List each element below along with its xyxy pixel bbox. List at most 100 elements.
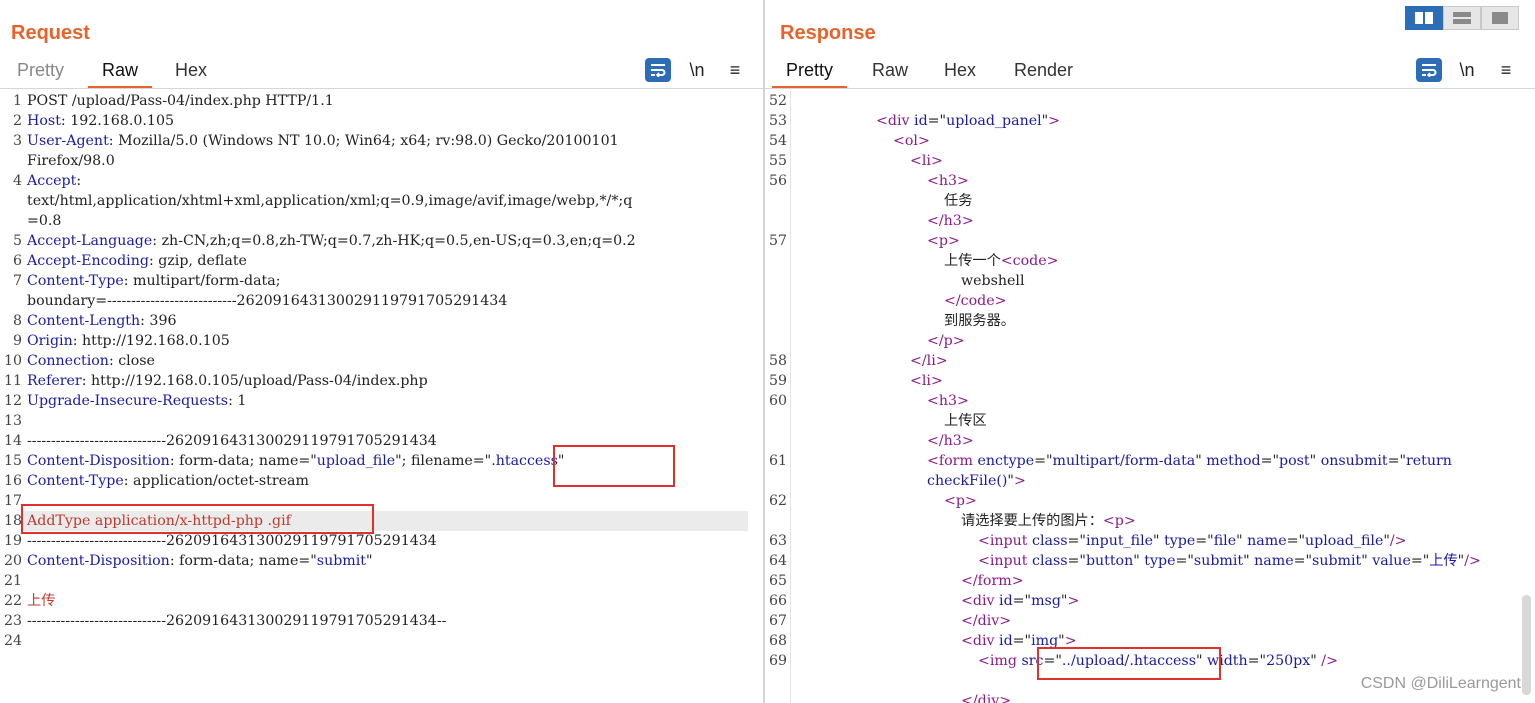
line-text: <ol> (808, 131, 930, 151)
code-line: 59 <li> (765, 371, 1535, 391)
token: Host (27, 113, 61, 129)
token: msg (1031, 593, 1061, 609)
newline-toggle-button[interactable]: \n (684, 58, 710, 82)
line-number: 2 (12, 113, 22, 129)
token: <h3> (927, 393, 969, 409)
token: " (1133, 553, 1145, 569)
split-vertical-icon[interactable] (1443, 6, 1481, 30)
code-line: 6 Accept-Encoding: gzip, deflate (0, 251, 763, 271)
line-text: 到服务器。 (808, 311, 1015, 331)
code-line: 7 Content-Type: multipart/form-data; (0, 271, 763, 291)
token: " (1195, 453, 1207, 469)
vertical-scrollbar[interactable] (1522, 595, 1531, 695)
token: file (1213, 533, 1237, 549)
word-wrap-icon[interactable] (645, 58, 671, 82)
token: class (1032, 553, 1068, 569)
line-text: User-Agent: Mozilla/5.0 (Windows NT 10.0… (27, 131, 619, 151)
token: : form-data; name=" (169, 553, 317, 569)
line-number: 59 (768, 373, 787, 389)
token: 上传 (27, 593, 56, 609)
code-line: 请选择要上传的图片：<p> (765, 511, 1535, 531)
token: Content-Length (27, 313, 141, 329)
tab-pretty[interactable]: Pretty (772, 60, 848, 89)
token: Upgrade-Insecure-Requests (27, 393, 229, 409)
token: <input (978, 533, 1032, 549)
token: : http://192.168.0.105/upload/Pass-04/in… (81, 373, 428, 389)
token: upload_panel (946, 113, 1042, 129)
line-text: boundary=---------------------------2620… (27, 291, 507, 311)
highlight-box-img-src (1037, 647, 1221, 680)
token: " (1361, 553, 1373, 569)
token: button (1085, 553, 1134, 569)
token: submit (1193, 553, 1244, 569)
code-line: 60 <h3> (765, 391, 1535, 411)
tab-hex[interactable]: Hex (175, 60, 207, 86)
token: =" (1067, 553, 1086, 569)
split-horizontal-icon[interactable] (1405, 6, 1443, 30)
token: /> (1321, 653, 1338, 669)
line-text: Accept-Encoding: gzip, deflate (27, 251, 247, 271)
line-text: </code> (808, 291, 1007, 311)
line-number: 11 (3, 373, 22, 389)
tab-hex[interactable]: Hex (944, 60, 976, 86)
token: Referer (27, 373, 82, 389)
token: submit (1312, 553, 1362, 569)
tab-render[interactable]: Render (1014, 60, 1073, 86)
line-number: 57 (768, 233, 787, 249)
line-text: POST /upload/Pass-04/index.php HTTP/1.1 (27, 91, 334, 111)
line-text: </form> (808, 571, 1024, 591)
token: /> (1389, 533, 1407, 549)
menu-icon[interactable]: ≡ (1493, 58, 1519, 82)
tab-raw[interactable]: Raw (88, 60, 153, 89)
tab-pretty[interactable]: Pretty (17, 60, 64, 86)
tab-raw[interactable]: Raw (872, 60, 908, 86)
code-line: 63 <input class="input_file" type="file" … (765, 531, 1535, 551)
line-number: 17 (3, 493, 22, 509)
code-line: text/html,application/xhtml+xml,applicat… (0, 191, 763, 211)
single-pane-icon[interactable] (1481, 6, 1519, 30)
token: : multipart/form-data; (123, 273, 281, 289)
token: User-Agent (27, 133, 109, 149)
token: =" (1012, 593, 1032, 609)
line-number: 20 (3, 553, 22, 569)
layout-buttons (1405, 6, 1519, 30)
token: id (914, 113, 928, 129)
code-line: boundary=---------------------------2620… (0, 291, 763, 311)
token: =" (1260, 453, 1280, 469)
line-number: 64 (768, 553, 787, 569)
request-editor[interactable]: 1 POST /upload/Pass-04/index.php HTTP/1.1… (0, 91, 763, 703)
line-text: </div> (808, 611, 1011, 631)
token: <input (978, 553, 1032, 569)
token: </code> (944, 293, 1007, 309)
token: post (1279, 453, 1310, 469)
code-line: 8 Content-Length: 396 (0, 311, 763, 331)
line-text: </p> (808, 331, 965, 351)
token: =" (1410, 553, 1430, 569)
menu-icon[interactable]: ≡ (722, 58, 748, 82)
line-text: -----------------------------26209164313… (27, 431, 437, 451)
line-text: </h3> (808, 211, 974, 231)
response-title: Response (780, 22, 876, 44)
token: boundary=---------------------------2620… (27, 293, 508, 309)
line-text: Content-Disposition: form-data; name="su… (27, 551, 373, 571)
token: Content-Type (27, 273, 124, 289)
token: -----------------------------26209164313… (27, 613, 447, 629)
token: 请选择要上传的图片： (961, 513, 1103, 529)
response-editor[interactable]: 52 53 <div id="upload_panel"> 54 <ol> 55 <li> 5… (765, 91, 1535, 703)
line-number: 18 (3, 513, 22, 529)
line-text: Accept-Language: zh-CN,zh;q=0.8,zh-TW;q=… (27, 231, 636, 251)
line-number: 1 (12, 93, 22, 109)
line-number: 12 (3, 393, 22, 409)
token: : close (108, 353, 155, 369)
token: <code> (1000, 253, 1059, 269)
token: input_file (1085, 533, 1154, 549)
line-text: <div id="msg"> (808, 591, 1079, 611)
token: =0.8 (27, 213, 62, 229)
token: upload_file (1305, 533, 1384, 549)
code-line: 56 <h3> (765, 171, 1535, 191)
token: : (76, 173, 82, 189)
line-text: Accept: (27, 171, 81, 191)
newline-toggle-button[interactable]: \n (1454, 58, 1480, 82)
word-wrap-icon[interactable] (1416, 58, 1442, 82)
token: enctype (977, 453, 1035, 469)
